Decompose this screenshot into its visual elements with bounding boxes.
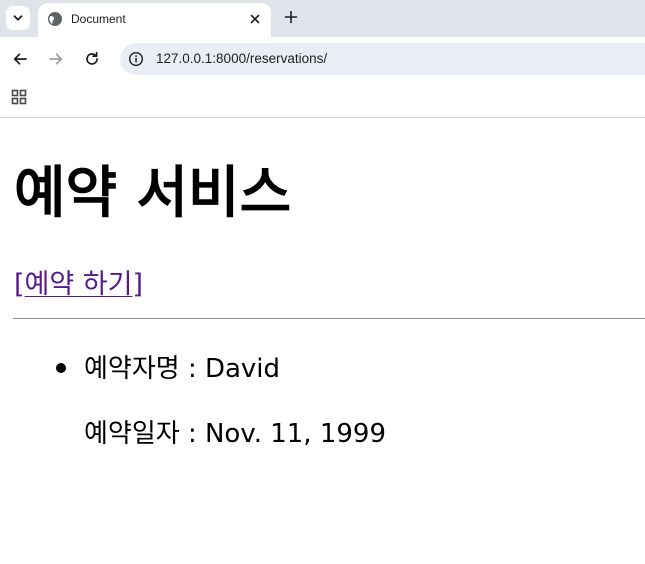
- make-reservation-link[interactable]: 예약 하기: [25, 269, 133, 300]
- reload-icon: [86, 51, 98, 65]
- reserve-link-wrapper: [예약 하기]: [14, 267, 143, 303]
- link-open-bracket: [: [14, 269, 25, 300]
- bookmarks-bar: [0, 82, 645, 118]
- horizontal-rule: [13, 318, 645, 319]
- plus-icon: [284, 10, 298, 24]
- tab-close-button[interactable]: [246, 10, 264, 28]
- address-bar[interactable]: 127.0.0.1:8000/reservations/: [120, 43, 645, 75]
- page-title: 예약 서비스: [14, 161, 292, 226]
- info-icon: [128, 51, 144, 67]
- page-content: 예약 서비스 [예약 하기] 예약자명 : David 예약일자 : Nov. …: [0, 118, 645, 564]
- arrow-left-icon: [13, 53, 27, 65]
- tab-search-button[interactable]: [6, 6, 30, 30]
- browser-tab[interactable]: Document: [38, 3, 271, 37]
- reserver-name: 예약자명 : David: [84, 354, 281, 384]
- reload-button[interactable]: [82, 49, 102, 69]
- browser-toolbar: 127.0.0.1:8000/reservations/: [0, 37, 645, 82]
- link-close-bracket: ]: [132, 269, 144, 300]
- forward-button[interactable]: [46, 49, 66, 69]
- bullet-icon: [56, 363, 66, 373]
- chevron-down-icon: [13, 15, 23, 21]
- back-button[interactable]: [10, 49, 30, 69]
- arrow-right-icon: [49, 53, 63, 65]
- reservation-date: 예약일자 : Nov. 11, 1999: [84, 419, 387, 449]
- url-text[interactable]: 127.0.0.1:8000/reservations/: [156, 51, 327, 67]
- globe-icon: [48, 12, 62, 26]
- close-icon: [250, 14, 260, 24]
- site-info-button[interactable]: [127, 50, 145, 68]
- tab-strip: Document: [0, 0, 645, 37]
- tab-title: Document: [71, 12, 126, 26]
- apps-grid-icon[interactable]: [11, 89, 27, 105]
- new-tab-button[interactable]: [280, 6, 302, 28]
